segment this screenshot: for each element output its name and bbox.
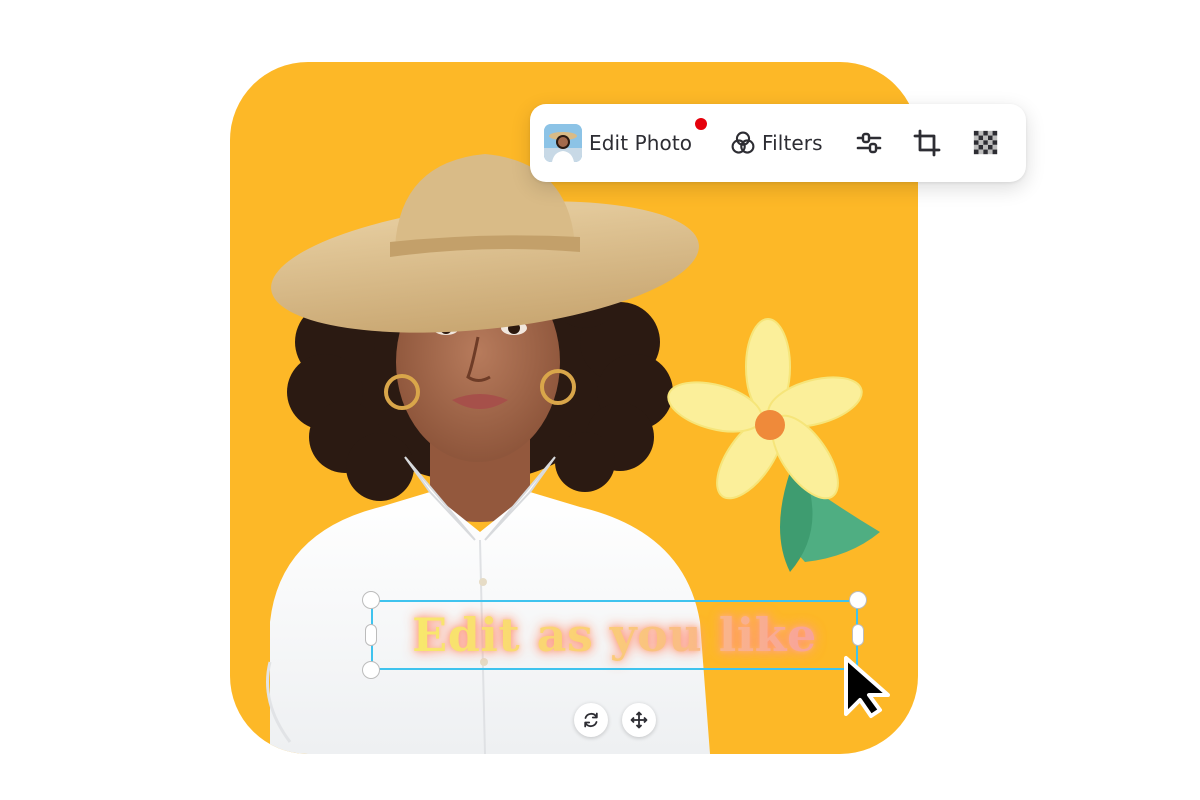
filters-button[interactable]: Filters: [730, 104, 823, 182]
transparency-button[interactable]: [972, 104, 1000, 182]
move-icon: [630, 711, 648, 729]
resize-handle-left[interactable]: [365, 624, 377, 646]
move-button[interactable]: [622, 703, 656, 737]
mouse-cursor-icon: [844, 656, 890, 718]
selection-box[interactable]: [371, 600, 858, 670]
notification-dot: [695, 118, 707, 130]
crop-button[interactable]: [912, 104, 942, 182]
rotate-button[interactable]: [574, 703, 608, 737]
adjust-button[interactable]: [854, 104, 884, 182]
edit-toolbar: Edit Photo Filters: [530, 104, 1026, 182]
resize-handle-bottom-left[interactable]: [362, 661, 380, 679]
photo-thumbnail: [544, 124, 582, 162]
crop-icon: [913, 129, 941, 157]
edit-photo-button[interactable]: Edit Photo: [544, 104, 692, 182]
flower-sticker: [667, 318, 880, 572]
adjust-sliders-icon: [856, 132, 882, 154]
transparency-icon: [973, 130, 998, 155]
filters-icon: [731, 131, 755, 154]
resize-handle-right[interactable]: [852, 624, 864, 646]
resize-handle-top-left[interactable]: [362, 591, 380, 609]
filters-label: Filters: [762, 131, 823, 155]
edit-photo-label: Edit Photo: [589, 131, 693, 155]
resize-handle-top-right[interactable]: [849, 591, 867, 609]
rotate-icon: [584, 712, 598, 728]
